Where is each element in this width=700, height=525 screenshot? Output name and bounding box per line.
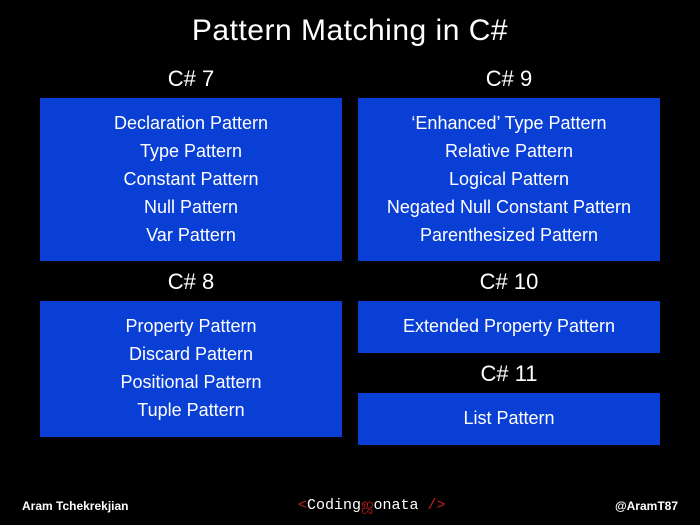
- footer-author: Aram Tchekrekjian: [22, 499, 129, 513]
- brand-slash: /: [418, 497, 436, 514]
- brand-angle-close: >: [437, 497, 446, 514]
- column-left: C# 7 Declaration Pattern Type Pattern Co…: [40, 58, 342, 445]
- pattern-item: Property Pattern: [48, 313, 334, 341]
- footer-handle: @AramT87: [615, 499, 678, 513]
- pattern-box-cs9: ‘Enhanced’ Type Pattern Relative Pattern…: [358, 98, 660, 261]
- pattern-item: Extended Property Pattern: [366, 313, 652, 341]
- pattern-item: Declaration Pattern: [48, 110, 334, 138]
- pattern-item: List Pattern: [366, 405, 652, 433]
- brand-name-a: Coding: [307, 497, 361, 514]
- section-title-cs8: C# 8: [40, 261, 342, 301]
- pattern-item: Type Pattern: [48, 138, 334, 166]
- pattern-item: Logical Pattern: [366, 166, 652, 194]
- columns-container: C# 7 Declaration Pattern Type Pattern Co…: [0, 58, 700, 445]
- section-title-cs11: C# 11: [358, 353, 660, 393]
- pattern-item: Positional Pattern: [48, 369, 334, 397]
- pattern-item: Relative Pattern: [366, 138, 652, 166]
- page-title: Pattern Matching in C#: [0, 0, 700, 58]
- section-title-cs7: C# 7: [40, 58, 342, 98]
- pattern-box-cs7: Declaration Pattern Type Pattern Constan…: [40, 98, 342, 261]
- section-title-cs9: C# 9: [358, 58, 660, 98]
- pattern-item: Constant Pattern: [48, 166, 334, 194]
- brand-name-b: onata: [373, 497, 418, 514]
- pattern-item: Tuple Pattern: [48, 397, 334, 425]
- pattern-item: ‘Enhanced’ Type Pattern: [366, 110, 652, 138]
- pattern-box-cs10: Extended Property Pattern: [358, 301, 660, 353]
- pattern-item: Parenthesized Pattern: [366, 222, 652, 250]
- footer-brand: <Codingஜonata />: [298, 496, 446, 515]
- pattern-item: Var Pattern: [48, 222, 334, 250]
- pattern-item: Negated Null Constant Pattern: [366, 194, 652, 222]
- footer: Aram Tchekrekjian <Codingஜonata /> @Aram…: [0, 496, 700, 515]
- pattern-item: Discard Pattern: [48, 341, 334, 369]
- column-right: C# 9 ‘Enhanced’ Type Pattern Relative Pa…: [358, 58, 660, 445]
- section-title-cs10: C# 10: [358, 261, 660, 301]
- pattern-box-cs11: List Pattern: [358, 393, 660, 445]
- pattern-item: Null Pattern: [48, 194, 334, 222]
- brand-separator-icon: ஜ: [361, 497, 374, 514]
- pattern-box-cs8: Property Pattern Discard Pattern Positio…: [40, 301, 342, 437]
- brand-angle-open: <: [298, 497, 307, 514]
